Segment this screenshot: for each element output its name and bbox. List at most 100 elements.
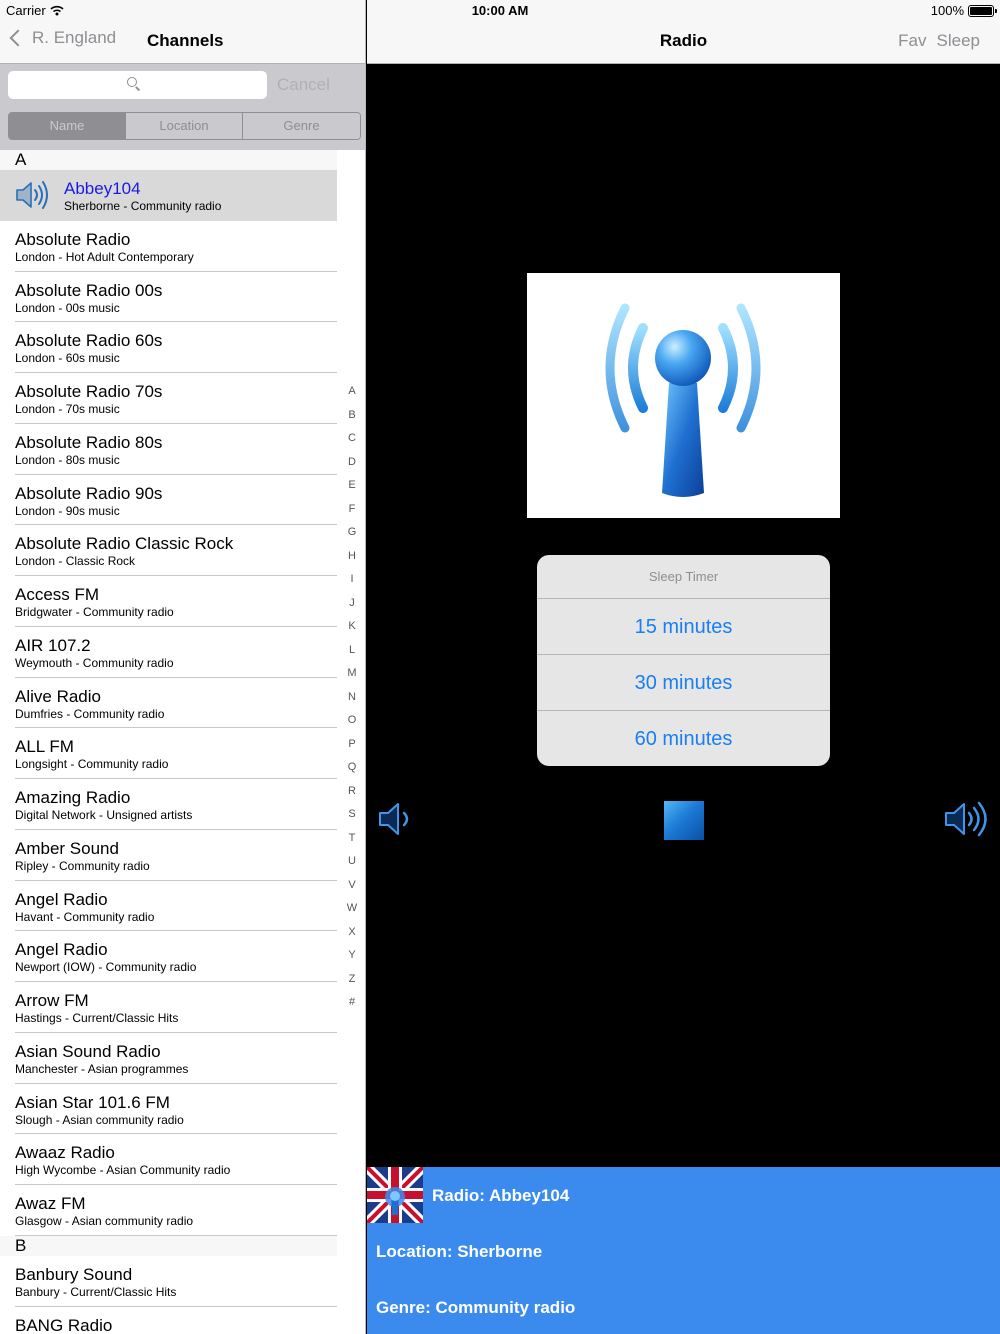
channel-subtitle: Weymouth - Community radio xyxy=(15,655,174,670)
channel-subtitle: London - Hot Adult Contemporary xyxy=(15,249,194,264)
channel-title: Asian Sound Radio xyxy=(15,1041,161,1061)
channel-subtitle: London - Classic Rock xyxy=(15,554,136,569)
channel-row[interactable]: Abbey104 Sherborne - Community radio xyxy=(0,170,337,221)
channels-pane: R. England Channels Cancel Name Location… xyxy=(0,0,366,1334)
channel-title: Absolute Radio 90s xyxy=(15,483,163,503)
scope-tab-name[interactable]: Name xyxy=(9,113,126,139)
chevron-left-icon xyxy=(9,29,27,47)
sleep-button[interactable]: Sleep xyxy=(937,31,980,51)
index-letter[interactable]: D xyxy=(343,456,361,480)
channel-subtitle: Glasgow - Asian community radio xyxy=(15,1214,194,1228)
channel-subtitle: Bridgwater - Community radio xyxy=(15,605,174,619)
channel-row[interactable]: Angel Radio Havant - Community radio xyxy=(15,881,337,932)
channel-subtitle: Banbury - Current/Classic Hits xyxy=(15,1284,177,1299)
cancel-button[interactable]: Cancel xyxy=(277,75,330,95)
channel-row[interactable]: Awaaz Radio High Wycombe - Asian Communit… xyxy=(15,1134,337,1185)
channel-title: Absolute Radio 70s xyxy=(15,382,163,401)
index-letter[interactable]: K xyxy=(343,620,361,644)
volume-up-button[interactable] xyxy=(943,800,989,838)
page-title: Channels xyxy=(147,31,224,50)
channel-row[interactable]: Banbury Sound Banbury - Current/Classic H… xyxy=(15,1256,337,1307)
channel-row[interactable]: Asian Star 101.6 FM Slough - Asian commun… xyxy=(15,1084,337,1135)
channel-subtitle: Slough - Asian community radio xyxy=(15,1112,184,1127)
channel-row[interactable]: Absolute Radio London - Hot Adult Contemp… xyxy=(15,221,337,272)
channel-title: Awaaz Radio xyxy=(15,1143,115,1163)
radio-tower-icon xyxy=(605,303,761,497)
volume-down-button[interactable] xyxy=(377,800,417,838)
back-button[interactable]: R. England xyxy=(8,28,116,48)
now-playing-location: Location: Sherborne xyxy=(376,1242,543,1261)
channel-row[interactable]: Asian Sound Radio Manchester - Asian prog… xyxy=(15,1033,337,1084)
index-letter[interactable]: O xyxy=(343,714,361,738)
channel-row[interactable]: Access FM Bridgwater - Community radio xyxy=(15,576,337,627)
index-letter[interactable]: Y xyxy=(343,949,361,973)
stop-button[interactable] xyxy=(664,801,704,840)
channel-row[interactable]: Arrow FM Hastings - Current/Classic Hits xyxy=(15,982,337,1033)
channel-title: BANG Radio xyxy=(15,1315,113,1334)
channel-row[interactable]: AIR 107.2 Weymouth - Community radio xyxy=(15,627,337,678)
channel-subtitle: London - 00s music xyxy=(15,300,120,315)
search-input[interactable] xyxy=(8,71,267,99)
channel-row[interactable]: Absolute Radio 70s London - 70s music xyxy=(15,373,337,424)
channel-row[interactable]: Absolute Radio 90s London - 90s music xyxy=(15,475,337,526)
channel-title: Absolute Radio 60s xyxy=(15,331,163,351)
channel-row[interactable]: Absolute Radio 00s London - 00s music xyxy=(15,272,337,323)
status-right: 100% xyxy=(930,3,997,18)
index-letter[interactable]: T xyxy=(343,832,361,856)
index-letter[interactable]: E xyxy=(343,479,361,503)
channel-row[interactable]: Angel Radio Newport (IOW) - Community rad… xyxy=(15,931,337,982)
station-flag xyxy=(363,1163,427,1227)
channel-row[interactable]: Alive Radio Dumfries - Community radio xyxy=(15,678,337,729)
channel-title: Absolute Radio 80s xyxy=(15,432,163,452)
now-playing-genre: Genre: Community radio xyxy=(376,1298,576,1317)
index-letter[interactable]: # xyxy=(343,996,361,1020)
channel-title: Absolute Radio xyxy=(15,229,131,249)
index-letter[interactable]: H xyxy=(343,550,361,574)
index-letter[interactable]: A xyxy=(343,385,361,409)
channel-row[interactable]: Absolute Radio 60s London - 60s music xyxy=(15,322,337,373)
sleep-option-15[interactable]: 15 minutes xyxy=(537,599,830,655)
scope-tab-genre[interactable]: Genre xyxy=(243,113,360,139)
channel-row[interactable]: Amazing Radio Digital Network - Unsigned … xyxy=(15,779,337,830)
channel-row[interactable]: ALL FM Longsight - Community radio xyxy=(15,728,337,779)
section-index[interactable]: A B C D E F G H I J K L M N O P Q R S T U V W X Y Z # xyxy=(343,385,361,1020)
index-letter[interactable]: J xyxy=(343,597,361,621)
index-letter[interactable]: W xyxy=(343,902,361,926)
channel-row[interactable]: Absolute Radio Classic Rock London - Clas… xyxy=(15,525,337,576)
index-letter[interactable]: M xyxy=(343,667,361,691)
channel-subtitle: Newport (IOW) - Community radio xyxy=(15,960,197,975)
index-letter[interactable]: R xyxy=(343,785,361,809)
index-letter[interactable]: X xyxy=(343,926,361,950)
scope-segmented-control: Name Location Genre xyxy=(8,112,361,140)
index-letter[interactable]: P xyxy=(343,738,361,762)
scope-tab-location[interactable]: Location xyxy=(126,113,243,139)
index-letter[interactable]: U xyxy=(343,855,361,879)
station-artwork xyxy=(527,273,840,518)
index-letter[interactable]: F xyxy=(343,503,361,527)
now-playing-radio: Radio: Abbey104 xyxy=(432,1186,570,1205)
channel-row[interactable]: Absolute Radio 80s London - 80s music xyxy=(15,424,337,475)
player-pane: Radio Fav Sleep Sleep Timer 15 minutes 3… xyxy=(363,0,1000,1334)
fav-button[interactable]: Fav xyxy=(898,31,926,51)
index-letter[interactable]: V xyxy=(343,879,361,903)
sleep-option-30[interactable]: 30 minutes xyxy=(537,655,830,711)
index-letter[interactable]: Z xyxy=(343,973,361,997)
channel-row[interactable]: Amber Sound Ripley - Community radio xyxy=(15,830,337,881)
battery-percent: 100% xyxy=(930,3,964,18)
index-letter[interactable]: S xyxy=(343,808,361,832)
section-header: A xyxy=(0,150,337,170)
index-letter[interactable]: L xyxy=(343,644,361,668)
index-letter[interactable]: Q xyxy=(343,761,361,785)
index-letter[interactable]: I xyxy=(343,573,361,597)
channel-row[interactable]: Awaz FM Glasgow - Asian community radio xyxy=(15,1185,337,1236)
channel-title: Absolute Radio 00s xyxy=(15,280,163,300)
channel-row[interactable]: BANG Radio xyxy=(15,1307,337,1334)
index-letter[interactable]: N xyxy=(343,691,361,715)
channel-subtitle: Longsight - Community radio xyxy=(15,757,169,772)
index-letter[interactable]: C xyxy=(343,432,361,456)
index-letter[interactable]: G xyxy=(343,526,361,550)
sleep-option-60[interactable]: 60 minutes xyxy=(537,711,830,766)
channel-subtitle: Manchester - Asian programmes xyxy=(15,1061,189,1076)
index-letter[interactable]: B xyxy=(343,409,361,433)
now-playing-panel: Radio: Abbey104 Location: Sherborne Genr… xyxy=(363,1163,1000,1334)
